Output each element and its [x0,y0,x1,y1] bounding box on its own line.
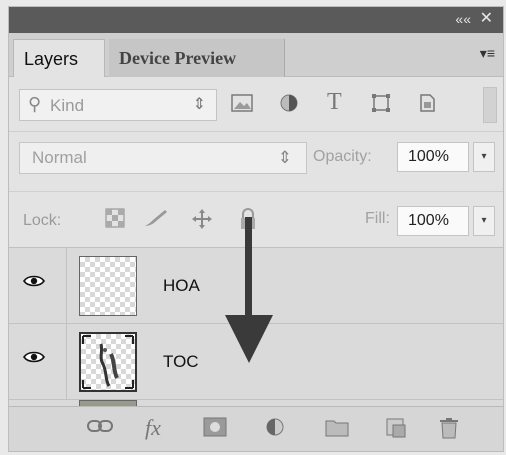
add-mask-icon[interactable] [203,417,227,443]
adjustment-layer-icon[interactable] [265,417,285,443]
tab-layers[interactable]: Layers [13,39,105,77]
smart-object-filter-icon[interactable] [417,93,437,119]
visibility-toggle[interactable] [9,248,67,323]
layer-thumbnail[interactable] [79,256,137,316]
blend-mode-select[interactable]: Normal ⇕ [19,142,307,174]
layer-name[interactable]: TOC [163,352,199,372]
layer-name[interactable]: HOA [163,276,200,296]
lock-label: Lock: [23,212,62,229]
link-layers-icon[interactable] [87,417,113,441]
filter-row: ⚲ Kind ⇕ T [9,81,503,129]
new-layer-icon[interactable] [385,417,407,445]
layer-thumbnail[interactable] [79,332,137,392]
updown-arrows-icon: ⇕ [192,96,206,113]
new-group-icon[interactable] [325,417,349,443]
delete-layer-icon[interactable] [439,417,459,445]
search-icon: ⚲ [28,94,42,114]
panel-footer: fx [9,406,503,451]
hair-thumbnail-content [82,335,134,389]
opacity-dropdown-button[interactable]: ▾ [473,142,495,172]
opacity-input[interactable]: 100% [397,142,469,172]
lock-transparent-pixels-icon[interactable] [105,208,125,234]
down-arrow-annotation [225,217,273,363]
tab-bar: Layers Device Preview ▾≡ [9,33,503,77]
tab-device-preview[interactable]: Device Preview [109,39,285,77]
image-filter-icon[interactable] [231,93,253,119]
blend-mode-value: Normal [32,148,87,167]
adjustment-filter-icon[interactable] [279,93,299,119]
blend-row: Normal ⇕ Opacity: 100% ▾ [9,131,503,180]
panel-titlebar: «« ✕ [9,7,503,33]
visibility-toggle[interactable] [9,324,67,399]
fill-dropdown-button[interactable]: ▾ [473,206,495,236]
filter-kind-select[interactable]: ⚲ Kind ⇕ [19,89,217,121]
opacity-label: Opacity: [313,148,372,165]
close-icon[interactable]: ✕ [480,10,493,28]
panel-menu-icon[interactable]: ▾≡ [480,45,495,62]
eye-icon [23,275,45,287]
shape-filter-icon[interactable] [371,93,391,119]
type-filter-icon[interactable]: T [327,89,342,116]
fill-label: Fill: [365,210,390,227]
layers-panel: «« ✕ Layers Device Preview ▾≡ ⚲ Kind ⇕ T… [8,6,504,452]
eye-icon [23,351,45,363]
fx-icon[interactable]: fx [145,415,161,441]
filter-kind-label: Kind [50,96,85,115]
updown-arrows-icon: ⇕ [277,148,292,167]
fill-input[interactable]: 100% [397,206,469,236]
lock-image-pixels-icon[interactable] [143,208,169,234]
filter-toggle[interactable] [483,87,497,123]
lock-position-icon[interactable] [191,208,213,236]
collapse-icon[interactable]: «« [455,11,471,27]
